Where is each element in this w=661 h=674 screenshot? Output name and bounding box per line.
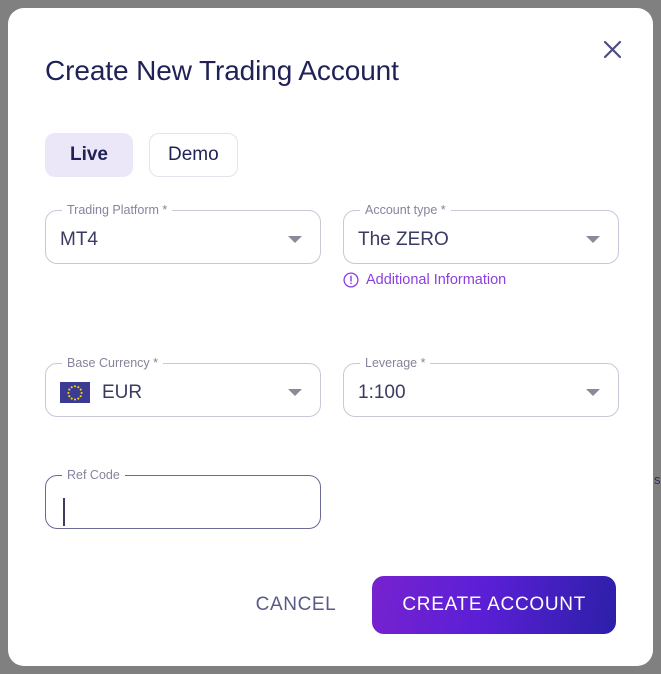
base-currency-inner: EUR — [46, 370, 320, 417]
account-mode-tabs: Live Demo — [45, 133, 238, 177]
base-currency-value: EUR — [102, 381, 143, 403]
row-spacer-2 — [45, 417, 625, 469]
eu-flag-glyph — [60, 382, 90, 404]
chevron-down-icon[interactable] — [284, 236, 306, 244]
form-row-1: Trading Platform * MT4 Account type * Th… — [45, 204, 625, 288]
cancel-button[interactable]: CANCEL — [242, 584, 351, 626]
tab-demo[interactable]: Demo — [149, 133, 238, 177]
exclamation-circle-icon — [343, 272, 359, 288]
field-leverage: Leverage * 1:100 — [343, 357, 619, 417]
account-type-label: Account type * — [365, 203, 446, 217]
field-account-type: Account type * The ZERO Additional Infor… — [343, 204, 619, 288]
create-account-button[interactable]: CREATE ACCOUNT — [372, 576, 616, 634]
leverage-inner: 1:100 — [344, 370, 618, 417]
tab-live[interactable]: Live — [45, 133, 133, 177]
eu-flag-icon — [60, 382, 90, 404]
trading-platform-select[interactable]: Trading Platform * MT4 — [45, 204, 321, 264]
additional-information-link[interactable]: Additional Information — [343, 272, 506, 288]
row-spacer-1 — [45, 288, 625, 357]
chevron-down-icon[interactable] — [284, 389, 306, 397]
additional-information-label: Additional Information — [366, 272, 507, 288]
base-currency-select[interactable]: Base Currency * EUR — [45, 357, 321, 417]
base-currency-label: Base Currency * — [67, 356, 159, 370]
account-type-inner: The ZERO — [344, 217, 618, 264]
chevron-down-icon[interactable] — [582, 389, 604, 397]
chevron-down-icon[interactable] — [582, 236, 604, 244]
dialog-footer: CANCEL CREATE ACCOUNT — [8, 576, 653, 634]
trading-platform-value: MT4 — [60, 228, 98, 250]
field-base-currency: Base Currency * EUR — [45, 357, 321, 417]
field-ref-code: Ref Code — [45, 469, 321, 529]
ref-code-label: Ref Code — [67, 468, 120, 482]
ref-code-field[interactable]: Ref Code — [45, 469, 321, 529]
leverage-select[interactable]: Leverage * 1:100 — [343, 357, 619, 417]
ref-code-inner — [46, 482, 320, 529]
field-trading-platform: Trading Platform * MT4 — [45, 204, 321, 288]
trading-platform-inner: MT4 — [46, 217, 320, 264]
form-row-2: Base Currency * EUR Leverage * 1:100 — [45, 357, 625, 417]
form-row-3: Ref Code — [45, 469, 625, 529]
trading-platform-label: Trading Platform * — [67, 203, 168, 217]
account-type-select[interactable]: Account type * The ZERO — [343, 204, 619, 264]
account-form: Trading Platform * MT4 Account type * Th… — [45, 204, 625, 529]
close-icon-glyph — [603, 40, 621, 58]
ref-code-input[interactable] — [60, 493, 306, 516]
close-icon[interactable] — [597, 34, 627, 64]
create-trading-account-dialog: Create New Trading Account Live Demo Tra… — [8, 8, 653, 666]
background-page-edge-text: s — [654, 472, 661, 487]
account-type-value: The ZERO — [358, 228, 449, 250]
page-title: Create New Trading Account — [45, 55, 399, 86]
leverage-value: 1:100 — [358, 381, 406, 403]
leverage-label: Leverage * — [365, 356, 426, 370]
form-row-3-spacer — [343, 469, 619, 529]
